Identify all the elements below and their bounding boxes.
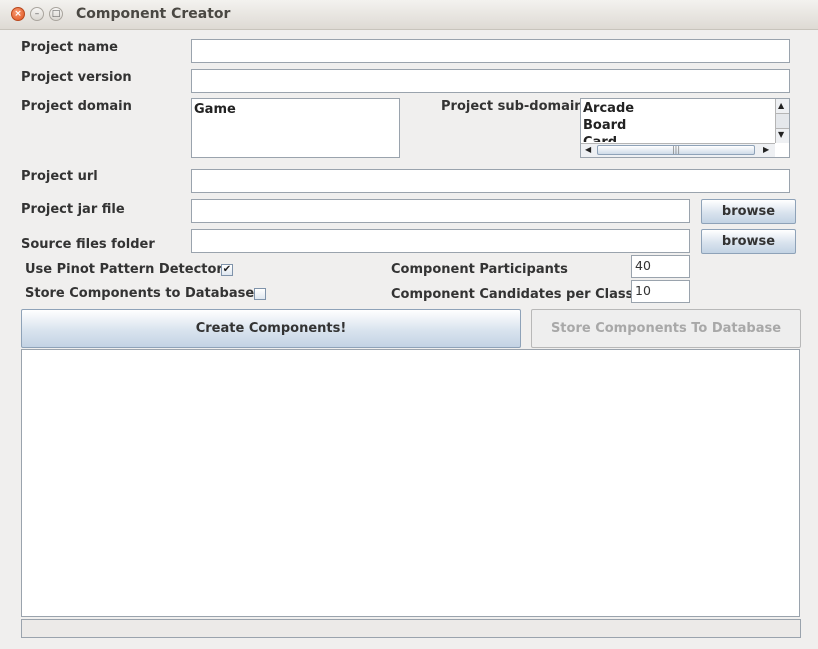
- title-bar: × – □ Component Creator: [0, 0, 818, 30]
- participants-input[interactable]: 40: [631, 255, 690, 278]
- pinot-label: Use Pinot Pattern Detector: [25, 262, 223, 277]
- scroll-up-icon[interactable]: ▲: [778, 102, 784, 110]
- store-label: Store Components to Database: [25, 286, 255, 301]
- browse-source-button[interactable]: browse: [701, 229, 796, 254]
- store-checkbox[interactable]: [254, 288, 266, 300]
- store-to-database-button[interactable]: Store Components To Database: [531, 309, 801, 348]
- checkmark-icon: ✔: [222, 264, 232, 275]
- scroll-down-icon[interactable]: ▼: [778, 131, 784, 139]
- project-subdomain-label: Project sub-domain: [441, 99, 584, 114]
- project-jar-label: Project jar file: [21, 202, 125, 217]
- source-folder-input[interactable]: [191, 229, 690, 253]
- window-title: Component Creator: [76, 6, 231, 22]
- browse-jar-button[interactable]: browse: [701, 199, 796, 224]
- scroll-left-icon[interactable]: ◀: [585, 146, 591, 154]
- project-name-label: Project name: [21, 40, 118, 55]
- vertical-scroll-thumb[interactable]: [776, 113, 789, 129]
- minimize-icon[interactable]: –: [30, 7, 44, 21]
- project-domain-list[interactable]: Game: [191, 98, 400, 158]
- project-version-label: Project version: [21, 70, 132, 85]
- subdomain-item-board[interactable]: Board: [581, 117, 773, 134]
- project-jar-input[interactable]: [191, 199, 690, 223]
- project-subdomain-list[interactable]: Arcade Board Card ▲ ▼ ◀ ||| ▶: [580, 98, 790, 158]
- subdomain-horizontal-scrollbar[interactable]: ◀ ||| ▶: [581, 143, 775, 157]
- create-components-button[interactable]: Create Components!: [21, 309, 521, 348]
- source-folder-label: Source files folder: [21, 237, 155, 252]
- domain-item-game[interactable]: Game: [192, 101, 399, 118]
- maximize-icon[interactable]: □: [49, 7, 63, 21]
- candidates-input[interactable]: 10: [631, 280, 690, 303]
- subdomain-vertical-scrollbar[interactable]: ▲ ▼: [775, 99, 789, 143]
- close-icon[interactable]: ×: [11, 7, 25, 21]
- project-version-input[interactable]: [191, 69, 790, 93]
- progress-bar: [21, 619, 801, 638]
- project-url-input[interactable]: [191, 169, 790, 193]
- output-text-area[interactable]: [21, 349, 800, 617]
- scroll-right-icon[interactable]: ▶: [763, 146, 769, 154]
- project-url-label: Project url: [21, 169, 98, 184]
- project-name-input[interactable]: [191, 39, 790, 63]
- participants-label: Component Participants: [391, 262, 568, 277]
- candidates-label: Component Candidates per Class: [391, 287, 634, 302]
- subdomain-item-arcade[interactable]: Arcade: [581, 100, 773, 117]
- project-domain-label: Project domain: [21, 99, 132, 114]
- subdomain-item-card[interactable]: Card: [581, 134, 773, 142]
- horizontal-scroll-thumb[interactable]: |||: [597, 145, 755, 155]
- pinot-checkbox[interactable]: ✔: [221, 264, 233, 276]
